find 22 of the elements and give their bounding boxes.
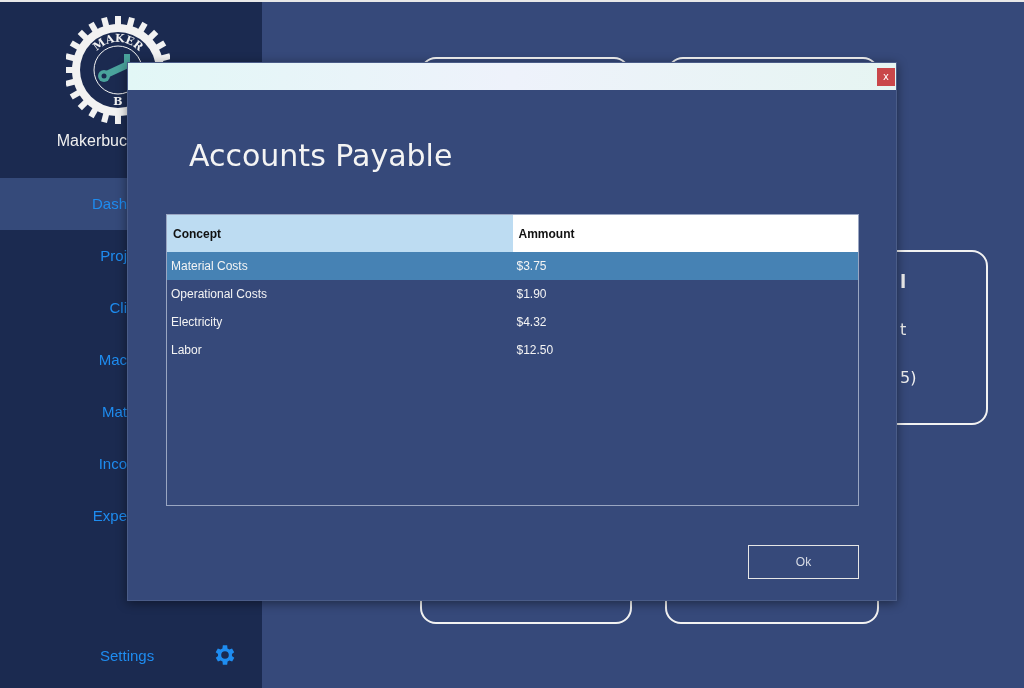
table-cell-text: Electricity <box>170 315 224 329</box>
table-row[interactable]: Operational Costs $1.90 <box>167 280 858 308</box>
card-text: l <box>900 272 908 292</box>
card-text: t <box>900 320 908 340</box>
table-row[interactable]: Labor $12.50 <box>167 336 858 364</box>
ok-button[interactable]: Ok <box>748 545 859 579</box>
table-cell-text: $1.90 <box>515 287 548 301</box>
table-cell-text: $3.75 <box>515 259 548 273</box>
column-header[interactable]: Ammount <box>512 215 858 252</box>
card-text: 5) <box>900 368 918 388</box>
table-cell-text: Labor <box>170 343 203 357</box>
app-name: Makerbuc <box>55 132 128 150</box>
table-cell-text: $12.50 <box>515 343 555 357</box>
column-header[interactable]: Concept <box>167 215 513 252</box>
table-row[interactable]: Material Costs $3.75 <box>167 252 858 280</box>
table-cell-text: Material Costs <box>170 259 249 273</box>
table-cell-text: $4.32 <box>515 315 548 329</box>
close-button[interactable]: x <box>877 67 895 86</box>
settings-link[interactable]: Settings <box>100 646 155 664</box>
dialog-heading: Accounts Payable <box>189 137 454 175</box>
table-row[interactable]: Electricity $4.32 <box>167 308 858 336</box>
table-cell-text: Operational Costs <box>170 287 269 301</box>
